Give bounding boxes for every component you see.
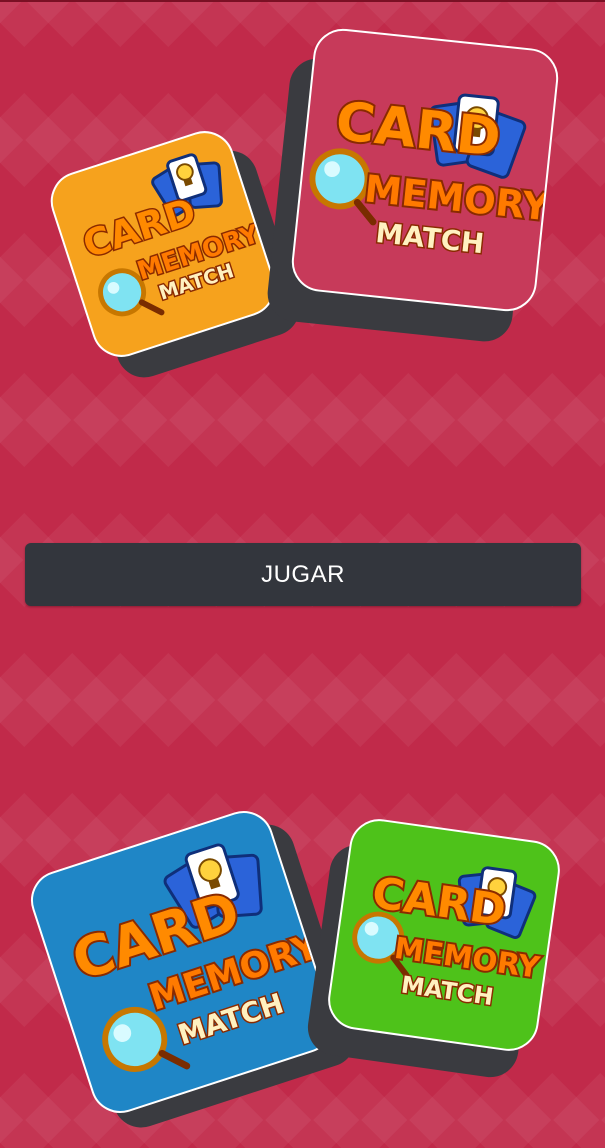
play-button[interactable]: JUGAR [25,543,581,606]
top-divider [0,0,605,2]
card-memory-match-logo: CARD MEMORY MATCH [309,88,554,262]
logo-line-3: MATCH [374,217,485,260]
logo-tile-orange-group: CARD MEMORY MATCH [42,123,308,385]
main-menu-screen: CARD MEMORY MATCH CARD MEMORY MATCH JUGA… [0,0,605,1148]
logo-tile-green-group: CARD MEMORY MATCH [300,815,570,1085]
logo-tile-green: CARD MEMORY MATCH [324,815,564,1055]
logo-tile-magenta: CARD MEMORY MATCH [288,25,562,315]
card-memory-match-logo: CARD MEMORY MATCH [352,866,544,1013]
logo-tile-magenta-group: CARD MEMORY MATCH [264,25,570,350]
